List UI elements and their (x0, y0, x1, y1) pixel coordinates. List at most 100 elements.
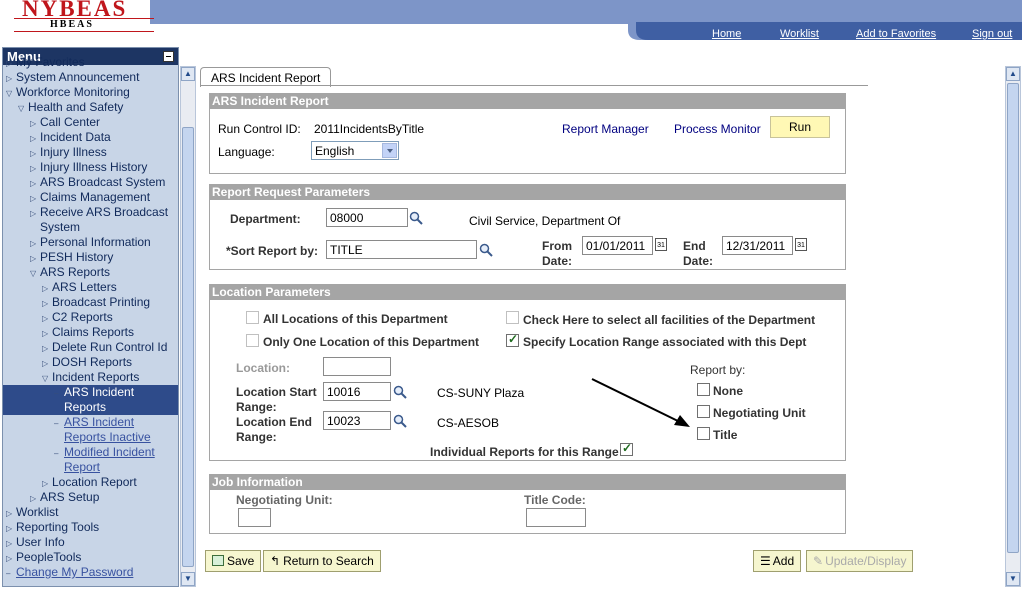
menu-item[interactable]: ▷ PeopleTools (3, 550, 178, 566)
save-button[interactable]: Save (205, 550, 262, 572)
run-button[interactable]: Run (770, 116, 830, 138)
add-button[interactable]: ☰ Add (753, 550, 802, 572)
language-label: Language: (218, 145, 275, 159)
menu-item-label: Report (64, 460, 101, 474)
menu-item[interactable]: ▷ ARS Letters (3, 280, 178, 296)
report-by-title-checkbox[interactable] (697, 427, 710, 440)
menu-item[interactable]: – Change My Password (3, 565, 178, 581)
search-icon[interactable] (479, 243, 493, 257)
menu-item[interactable]: ▷ ARS Broadcast System (3, 175, 178, 191)
search-icon[interactable] (409, 211, 423, 225)
section-header: ARS Incident Report (210, 94, 845, 109)
collapsed-triangle-icon: ▷ (30, 119, 37, 128)
collapsed-triangle-icon: ▷ (6, 554, 13, 563)
menu-item[interactable]: ▷ Incident Data (3, 130, 178, 146)
menu-item[interactable]: Reports (3, 400, 178, 415)
menu-item[interactable]: ▷ Injury Illness History (3, 160, 178, 176)
title-code-input[interactable] (526, 508, 586, 527)
language-select[interactable]: English (311, 141, 399, 160)
menu-item[interactable]: ▽ Workforce Monitoring (3, 85, 178, 101)
section-header: Job Information (210, 475, 845, 490)
report-by-negotiating-unit-checkbox[interactable] (697, 405, 710, 418)
menu-item-label: PESH History (40, 250, 114, 264)
all-locations-label: All Locations of this Department (263, 312, 448, 326)
return-to-search-button[interactable]: ↰ Return to Search (263, 550, 381, 572)
tab-ars-incident-report[interactable]: ARS Incident Report (200, 67, 332, 87)
content-scroll-thumb[interactable] (1007, 83, 1019, 553)
location-end-input[interactable]: 10023 (323, 411, 391, 430)
menu-item[interactable]: ▷ Claims Management (3, 190, 178, 206)
scroll-down-icon[interactable]: ▼ (181, 572, 195, 586)
sign-out-link[interactable]: Sign out (972, 28, 1012, 40)
department-input[interactable]: 08000 (326, 208, 408, 227)
sort-report-by-input[interactable]: TITLE (326, 240, 477, 259)
end-date-input[interactable]: 12/31/2011 (722, 236, 793, 255)
menu-item[interactable]: ▷ System Announcement (3, 70, 178, 86)
location-input[interactable] (323, 357, 391, 376)
add-to-favorites-link[interactable]: Add to Favorites (856, 28, 936, 40)
only-one-location-checkbox[interactable] (246, 334, 259, 347)
scroll-down-icon[interactable]: ▼ (1006, 572, 1020, 586)
collapsed-triangle-icon: ▷ (30, 149, 37, 158)
individual-reports-checkbox[interactable] (620, 441, 633, 456)
end-date-label-2: Date: (683, 254, 714, 268)
menu-item-label: User Info (16, 535, 65, 549)
menu-item[interactable]: System (3, 220, 178, 235)
location-start-input[interactable]: 10016 (323, 382, 391, 401)
all-locations-checkbox[interactable] (246, 311, 259, 324)
specify-location-range-checkbox[interactable] (506, 332, 519, 347)
menu-item[interactable]: ▷ DOSH Reports (3, 355, 178, 371)
search-icon[interactable] (393, 385, 407, 399)
report-by-none-checkbox[interactable] (697, 383, 710, 396)
menu-item[interactable]: ▷ Worklist (3, 505, 178, 521)
menu-item[interactable]: ▽ Incident Reports (3, 370, 178, 386)
process-monitor-link[interactable]: Process Monitor (674, 122, 761, 136)
menu-item[interactable]: ▷ Broadcast Printing (3, 295, 178, 311)
dash-icon: – (54, 419, 59, 428)
calendar-icon[interactable]: 31 (655, 238, 667, 251)
menu-item[interactable]: ▷ PESH History (3, 250, 178, 266)
home-link[interactable]: Home (712, 28, 741, 40)
content-scrollbar[interactable]: ▲ ▼ (1005, 66, 1021, 587)
scroll-up-icon[interactable]: ▲ (1006, 67, 1020, 81)
menu-item-label: ARS Reports (40, 265, 111, 279)
worklist-link[interactable]: Worklist (780, 28, 819, 40)
menu-item[interactable]: – ARS Incident (3, 415, 178, 431)
menu-item-label: Broadcast Printing (52, 295, 151, 309)
menu-item[interactable]: ▽ ARS Reports (3, 265, 178, 281)
menu-item-label: Worklist (16, 505, 59, 519)
negotiating-unit-input[interactable] (238, 508, 271, 527)
from-date-input[interactable]: 01/01/2011 (582, 236, 653, 255)
menu-item[interactable]: ▷ My Favorites (3, 55, 178, 71)
add-label: Add (772, 554, 795, 568)
menu-item[interactable]: ▷ C2 Reports (3, 310, 178, 326)
chevron-down-icon[interactable] (382, 143, 397, 158)
menu-item[interactable]: Report (3, 460, 178, 475)
menu-item[interactable]: ▷ User Info (3, 535, 178, 551)
individual-reports-label: Individual Reports for this Range (430, 445, 619, 459)
search-icon[interactable] (393, 414, 407, 428)
menu-item[interactable]: – Modified Incident (3, 445, 178, 461)
menu-item[interactable]: Reports Inactive (3, 430, 178, 445)
report-manager-link[interactable]: Report Manager (562, 122, 649, 136)
menu-item-label: Receive ARS Broadcast (40, 205, 169, 219)
calendar-icon[interactable]: 31 (795, 238, 807, 251)
menu-item[interactable]: – ARS Incident (3, 385, 178, 401)
menu-item[interactable]: ▷ Delete Run Control Id (3, 340, 178, 356)
menu-item[interactable]: ▷ Location Report (3, 475, 178, 491)
check-all-facilities-checkbox[interactable] (506, 311, 519, 324)
menu-scrollbar[interactable]: ▲ ▼ (180, 66, 196, 587)
menu-item[interactable]: ▷ Personal Information (3, 235, 178, 251)
menu-item[interactable]: ▷ Reporting Tools (3, 520, 178, 536)
menu-scroll-thumb[interactable] (182, 127, 194, 567)
ars-incident-report-section: ARS Incident Report Run Control ID: 2011… (209, 93, 846, 174)
menu-item-label: Reports Inactive (64, 430, 151, 444)
menu-item[interactable]: ▷ ARS Setup (3, 490, 178, 506)
menu-item[interactable]: ▷ Injury Illness (3, 145, 178, 161)
menu-item[interactable]: ▷ Call Center (3, 115, 178, 131)
menu-item[interactable]: ▷ Receive ARS Broadcast (3, 205, 178, 221)
menu-item[interactable]: ▽ Health and Safety (3, 100, 178, 116)
scroll-up-icon[interactable]: ▲ (181, 67, 195, 81)
update-display-button[interactable]: ✎ Update/Display (806, 550, 914, 572)
menu-item[interactable]: ▷ Claims Reports (3, 325, 178, 341)
